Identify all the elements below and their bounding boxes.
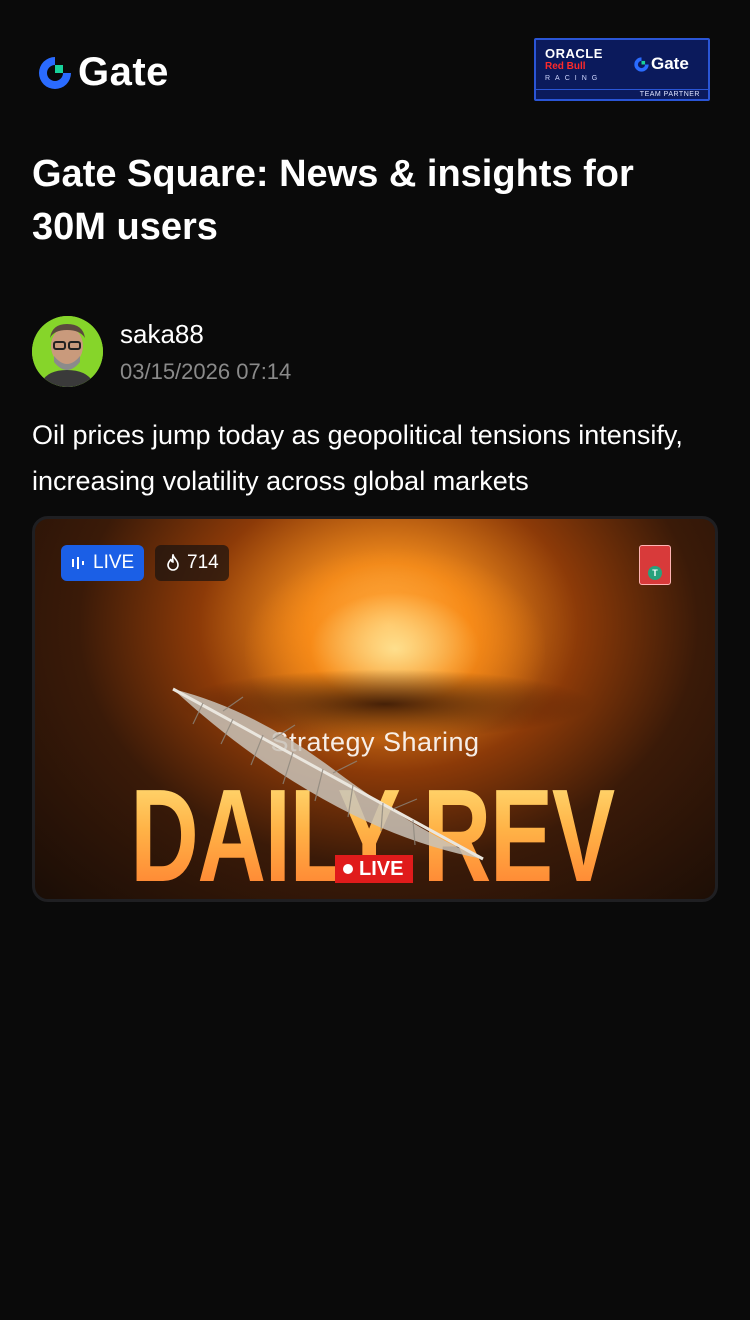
avatar-portrait-icon <box>32 316 103 387</box>
post-text[interactable]: Oil prices jump today as geopolitical te… <box>32 412 722 504</box>
token-card-icon[interactable]: T <box>639 545 671 585</box>
record-dot-icon <box>343 864 353 874</box>
live-badge: LIVE <box>61 545 145 581</box>
gate-logo-icon <box>39 56 71 89</box>
gate-logo[interactable]: Gate <box>36 50 169 95</box>
live-badge-label: LIVE <box>93 552 135 573</box>
live-tag-label: LIVE <box>359 857 404 880</box>
page-title: Gate Square: News & insights for 30M use… <box>32 153 634 248</box>
view-count-badge: 714 <box>155 545 229 581</box>
partner-banner[interactable]: ORACLE Red Bull RACING Gate TEAM PARTNER <box>534 38 710 101</box>
view-count: 714 <box>187 552 219 573</box>
avatar[interactable] <box>32 316 103 387</box>
flame-icon <box>167 554 179 571</box>
live-tag: LIVE <box>335 855 414 883</box>
partner-oracle-text: ORACLE <box>545 46 603 61</box>
partner-redbull-text: Red Bull <box>545 61 586 72</box>
partner-gate-logo: Gate <box>633 54 689 74</box>
brand-name: Gate <box>78 50 169 94</box>
tether-icon: T <box>648 566 662 580</box>
post-timestamp: 03/15/2026 07:14 <box>120 359 292 384</box>
partner-gate-text: Gate <box>651 54 689 73</box>
partner-divider <box>536 89 708 90</box>
gate-small-icon <box>634 56 649 72</box>
partner-racing-text: RACING <box>545 75 603 82</box>
header: Gate ORACLE Red Bull RACING Gate TEAM PA… <box>36 38 710 102</box>
live-stream-card[interactable]: LIVE 714 T Strategy Sharing DAILY REVIEW <box>32 516 718 902</box>
audio-bars-icon <box>72 557 84 569</box>
partner-team-text: TEAM PARTNER <box>639 91 700 98</box>
page: Gate ORACLE Red Bull RACING Gate TEAM PA… <box>0 0 750 1320</box>
feather-icon <box>172 687 484 861</box>
author-name[interactable]: saka88 <box>120 319 204 350</box>
